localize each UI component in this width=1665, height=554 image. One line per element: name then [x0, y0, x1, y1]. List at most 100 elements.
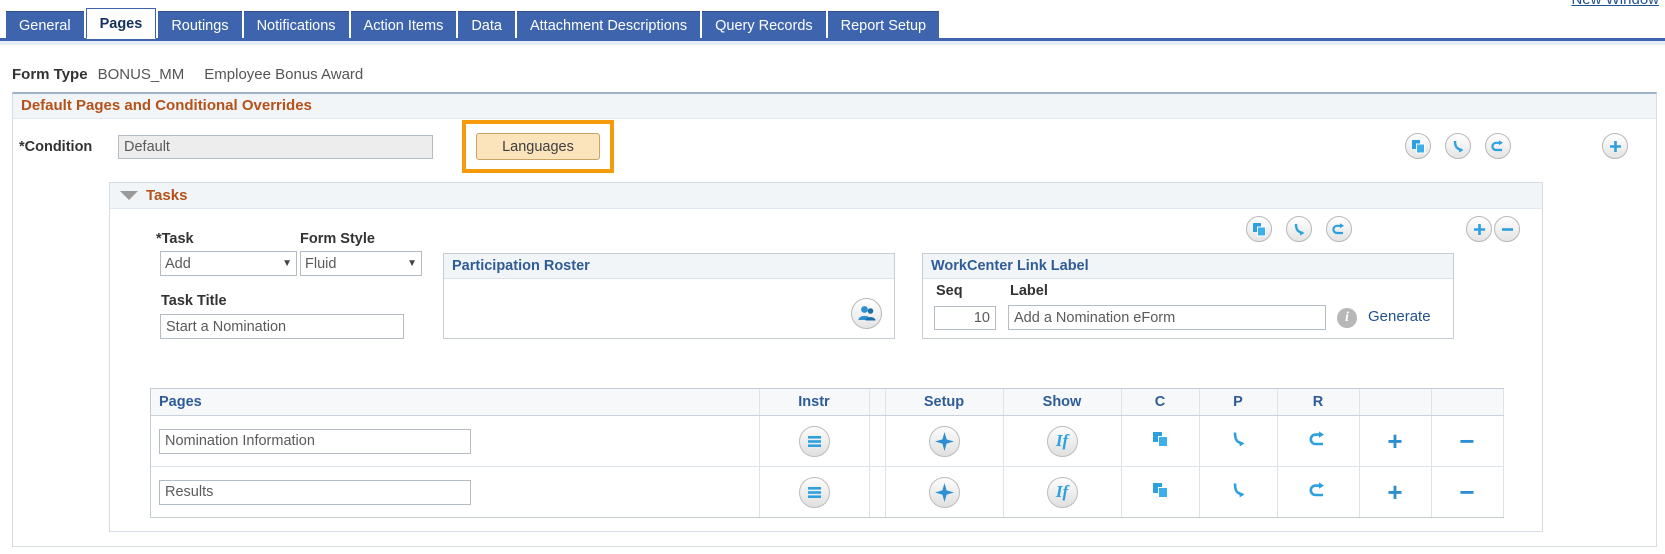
tab-query-records[interactable]: Query Records	[702, 11, 826, 39]
tasks-row-buttons	[1466, 216, 1520, 242]
task-refresh-icon[interactable]	[1326, 216, 1352, 242]
tab-routings[interactable]: Routings	[158, 11, 242, 39]
collapse-triangle-icon[interactable]	[120, 191, 138, 200]
tasks-title: Tasks	[146, 187, 188, 204]
task-title-label: Task Title	[161, 293, 227, 309]
generate-link[interactable]: Generate	[1368, 308, 1431, 325]
remove-task-button[interactable]	[1494, 216, 1520, 242]
info-icon[interactable]: i	[1337, 308, 1357, 328]
personalize-icon[interactable]	[1445, 133, 1471, 159]
add-task-button[interactable]	[1466, 216, 1492, 242]
condition-row: *Condition Languages	[13, 119, 1656, 181]
col-spacer-1	[869, 389, 886, 416]
remove-cell: −	[1431, 415, 1504, 467]
task-select[interactable]: Add ▼	[160, 251, 297, 276]
tab-report-setup[interactable]: Report Setup	[827, 11, 940, 39]
setup-icon[interactable]	[928, 425, 960, 457]
languages-button[interactable]: Languages	[476, 133, 600, 160]
tab-pages[interactable]: Pages	[85, 8, 157, 39]
col-p: P	[1199, 389, 1278, 416]
form-type-description: Employee Bonus Award	[204, 66, 364, 83]
col-instr: Instr	[759, 389, 870, 416]
refresh-icon[interactable]	[1485, 133, 1511, 159]
condition-input[interactable]	[118, 135, 433, 159]
table-row: If	[151, 415, 1504, 467]
spacer-cell	[869, 466, 886, 517]
chevron-down-icon: ▼	[282, 258, 292, 269]
personalize-icon[interactable]	[1230, 430, 1247, 452]
task-label: *Task	[156, 231, 194, 247]
instructions-icon[interactable]	[798, 425, 830, 457]
tab-action-items[interactable]: Action Items	[350, 11, 457, 39]
setup-cell	[885, 466, 1004, 517]
r-cell	[1277, 415, 1360, 467]
form-type-row: Form Type BONUS_MM Employee Bonus Award	[12, 66, 363, 83]
setup-icon[interactable]	[928, 476, 960, 508]
remove-row-button[interactable]: −	[1459, 479, 1474, 505]
show-if-icon[interactable]: If	[1046, 476, 1078, 508]
show-cell: If	[1003, 466, 1122, 517]
col-c: C	[1121, 389, 1200, 416]
col-pages: Pages	[151, 389, 760, 416]
seq-input[interactable]	[934, 306, 996, 330]
add-cell: +	[1359, 415, 1432, 467]
p-cell	[1199, 415, 1278, 467]
r-cell	[1277, 466, 1360, 517]
show-if-label: If	[1055, 482, 1069, 501]
remove-row-button[interactable]: −	[1459, 428, 1474, 454]
page-name-input[interactable]	[159, 479, 471, 505]
roster-person-icon[interactable]	[851, 298, 882, 329]
col-add	[1359, 389, 1432, 416]
tab-attachment-descriptions[interactable]: Attachment Descriptions	[516, 11, 701, 39]
show-cell: If	[1003, 415, 1122, 467]
new-window-link[interactable]: New Window	[1571, 0, 1659, 8]
show-if-label: If	[1055, 431, 1069, 450]
add-row-button[interactable]: +	[1387, 428, 1402, 454]
copy-icon[interactable]	[1405, 133, 1431, 159]
tasks-header: Tasks	[110, 183, 1542, 209]
tab-data[interactable]: Data	[458, 11, 515, 39]
tab-general[interactable]: General	[6, 11, 84, 39]
show-if-icon[interactable]: If	[1046, 425, 1078, 457]
task-title-input[interactable]	[160, 314, 404, 339]
task-copy-icon[interactable]	[1246, 216, 1272, 242]
refresh-icon[interactable]	[1309, 429, 1328, 452]
task-select-value: Add	[165, 255, 191, 272]
c-cell	[1121, 466, 1200, 517]
participation-roster-panel: Participation Roster	[443, 253, 895, 339]
groupbox-title: Default Pages and Conditional Overrides	[13, 94, 1656, 119]
page-name-cell	[151, 415, 760, 467]
personalize-icon[interactable]	[1230, 481, 1247, 503]
copy-icon[interactable]	[1152, 481, 1169, 503]
tab-notifications[interactable]: Notifications	[243, 11, 349, 39]
copy-icon[interactable]	[1152, 430, 1169, 452]
tasks-actions	[1246, 216, 1352, 242]
form-type-code: BONUS_MM	[97, 66, 185, 83]
task-personalize-icon[interactable]	[1286, 216, 1312, 242]
c-cell	[1121, 415, 1200, 467]
page-name-input[interactable]	[159, 428, 471, 454]
instr-cell	[759, 415, 870, 467]
spacer-cell	[869, 415, 886, 467]
seq-header: Seq	[936, 283, 963, 299]
col-setup: Setup	[885, 389, 1004, 416]
table-row: If	[151, 466, 1504, 517]
tab-underline-light	[0, 41, 1665, 45]
tasks-section: Tasks *Task Add ▼ Form Style Fluid ▼ Tas…	[109, 182, 1543, 532]
setup-cell	[885, 415, 1004, 467]
condition-actions	[1405, 133, 1511, 159]
instructions-icon[interactable]	[798, 476, 830, 508]
col-remove	[1431, 389, 1504, 416]
col-r: R	[1277, 389, 1360, 416]
add-condition-button[interactable]	[1602, 133, 1628, 159]
participation-roster-title: Participation Roster	[444, 254, 894, 279]
workcenter-title: WorkCenter Link Label	[923, 254, 1453, 279]
col-show: Show	[1003, 389, 1122, 416]
refresh-icon[interactable]	[1309, 480, 1328, 503]
form-style-select[interactable]: Fluid ▼	[300, 251, 422, 276]
chevron-down-icon: ▼	[407, 258, 417, 269]
add-row-button[interactable]: +	[1387, 479, 1402, 505]
remove-cell: −	[1431, 466, 1504, 517]
workcenter-label-input[interactable]	[1008, 305, 1326, 330]
form-style-label: Form Style	[300, 231, 375, 247]
